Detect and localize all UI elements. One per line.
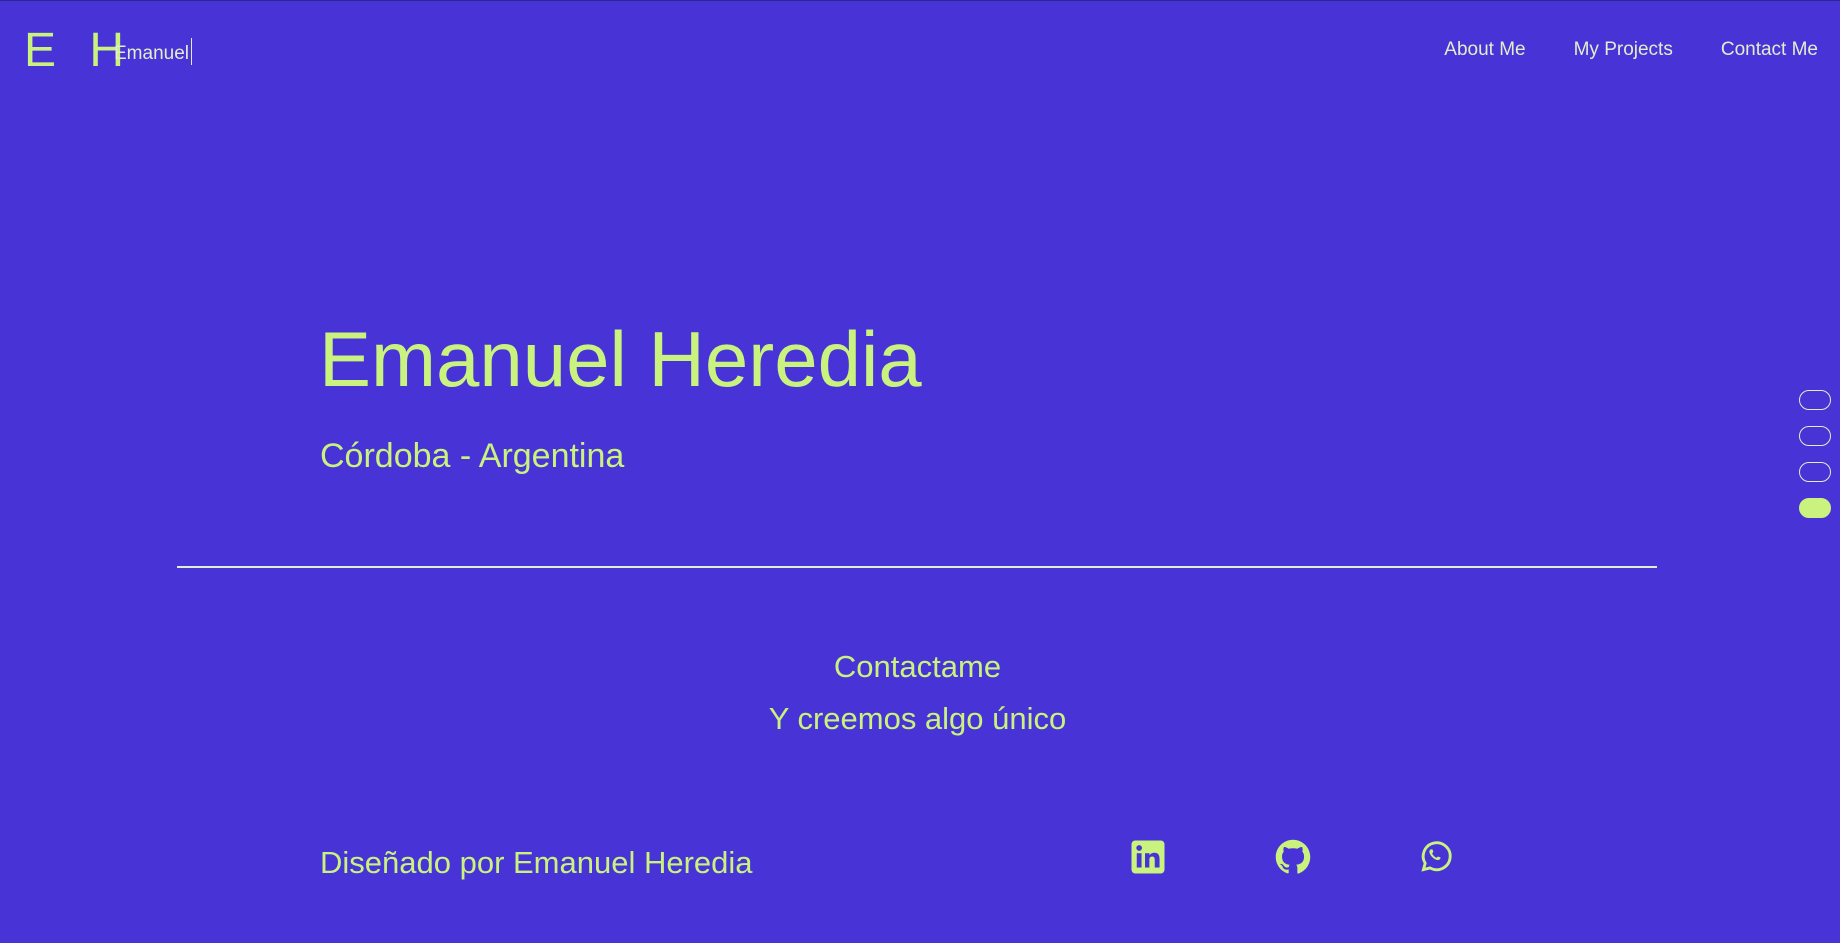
section-dot-1[interactable] [1799, 390, 1831, 410]
typewriter-label: Emanuel [114, 43, 189, 64]
nav-about-me[interactable]: About Me [1444, 37, 1525, 63]
whatsapp-icon[interactable] [1418, 839, 1454, 875]
contact-heading: Contactame [833, 649, 1002, 684]
divider [177, 566, 1657, 568]
section-dot-3[interactable] [1799, 462, 1831, 482]
footer-credits: Diseñado por Emanuel Heredia [320, 845, 753, 880]
typewriter-text: Emanuel [114, 38, 192, 67]
main-nav: About Me My Projects Contact Me [1444, 37, 1818, 63]
page: E H Emanuel About Me My Projects Contact… [0, 0, 1840, 943]
hero-name: Emanuel Heredia [319, 315, 922, 403]
whatsapp-icon-graphic [1421, 841, 1452, 872]
hero-location: Córdoba - Argentina [320, 437, 625, 475]
contact-tagline: Y creemos algo único [768, 701, 1067, 736]
github-icon-graphic [1275, 839, 1311, 874]
github-icon[interactable] [1275, 839, 1311, 875]
linkedin-icon-graphic [1131, 840, 1165, 874]
nav-contact-me[interactable]: Contact Me [1721, 37, 1818, 63]
linkedin-icon[interactable] [1130, 839, 1166, 875]
nav-my-projects[interactable]: My Projects [1574, 37, 1673, 63]
section-indicator [1799, 390, 1831, 518]
section-dot-2[interactable] [1799, 426, 1831, 446]
section-dot-4-active[interactable] [1799, 498, 1831, 518]
text-cursor [191, 38, 192, 65]
